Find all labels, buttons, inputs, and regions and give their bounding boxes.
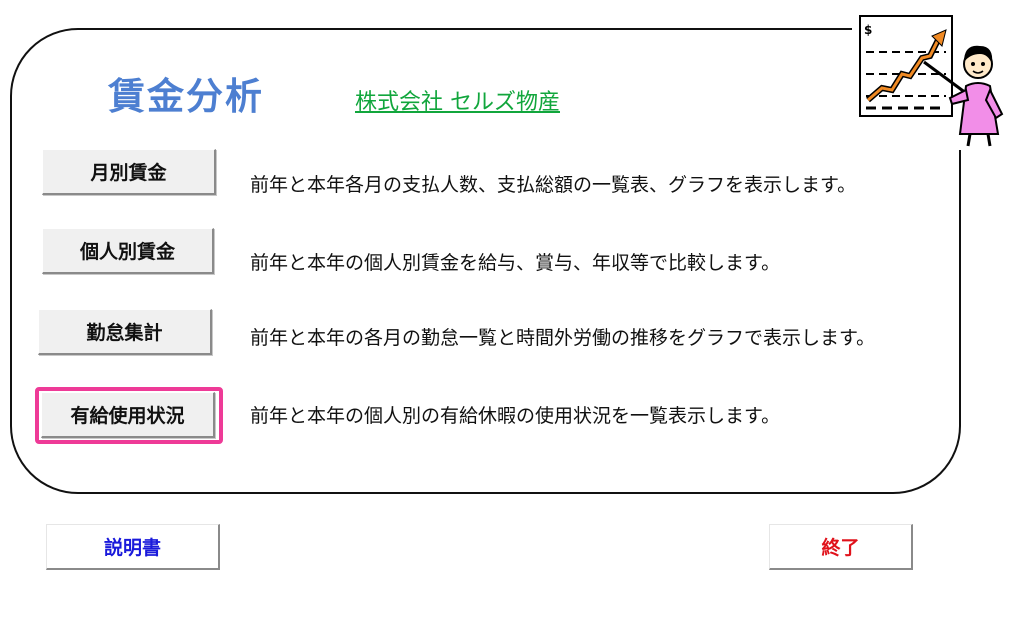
- attendance-summary-description: 前年と本年の各月の勤怠一覧と時間外労働の推移をグラフで表示します。: [250, 327, 876, 349]
- manual-button[interactable]: 説明書: [46, 524, 220, 570]
- attendance-summary-button[interactable]: 勤怠集計: [38, 309, 212, 355]
- page-title: 賃金分析: [108, 75, 264, 118]
- paid-leave-status-description: 前年と本年の個人別の有給休暇の使用状況を一覧表示します。: [250, 405, 781, 427]
- individual-wage-description: 前年と本年の個人別賃金を給与、賞与、年収等で比較します。: [250, 252, 781, 274]
- svg-text:$: $: [864, 23, 872, 37]
- individual-wage-button[interactable]: 個人別賃金: [42, 228, 214, 274]
- monthly-wage-button[interactable]: 月別賃金: [42, 149, 216, 195]
- company-link[interactable]: 株式会社 セルズ物産: [355, 84, 560, 116]
- monthly-wage-description: 前年と本年各月の支払人数、支払総額の一覧表、グラフを表示します。: [250, 174, 857, 196]
- paid-leave-status-button[interactable]: 有給使用状況: [41, 392, 215, 438]
- presenter-chart-icon: $: [852, 10, 1012, 150]
- exit-button[interactable]: 終了: [769, 524, 913, 570]
